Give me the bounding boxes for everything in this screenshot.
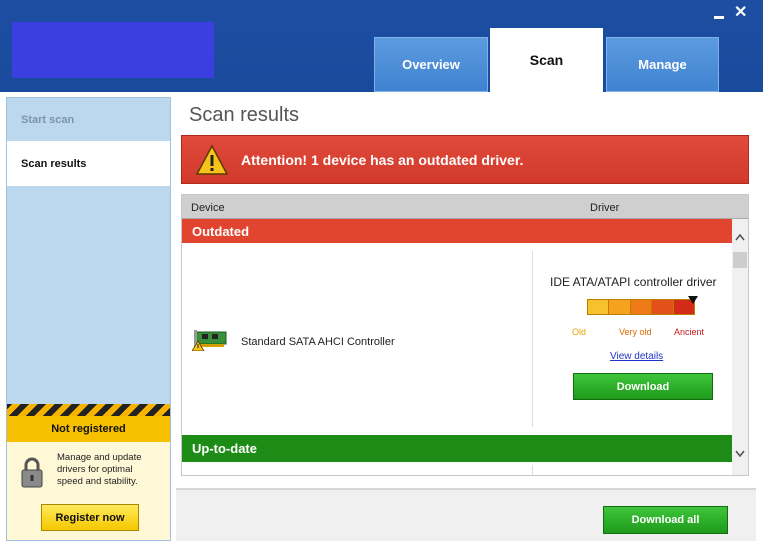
tab-overview[interactable]: Overview xyxy=(374,37,488,92)
chevron-up-icon[interactable] xyxy=(732,229,748,245)
age-label-very-old: Very old xyxy=(619,327,652,337)
scrollbar-thumb[interactable] xyxy=(733,252,747,268)
device-name: Standard SATA AHCI Controller xyxy=(241,336,395,348)
results-table: Device Driver Outdated Standard SATA AHC… xyxy=(181,194,749,476)
sidebar-item-start-scan[interactable]: Start scan xyxy=(7,98,170,142)
page-title: Scan results xyxy=(189,104,300,126)
table-row: Standard SATA AHCI Controller IDE ATA/AT… xyxy=(182,243,732,435)
warning-icon xyxy=(196,145,228,175)
chevron-down-icon[interactable] xyxy=(732,445,748,461)
alert-message: Attention! 1 device has an outdated driv… xyxy=(241,152,524,168)
footer-bar: Download all xyxy=(176,488,756,541)
tab-scan[interactable]: Scan xyxy=(490,28,603,92)
column-header-device[interactable]: Device xyxy=(191,202,225,214)
sidebar-spacer xyxy=(7,186,170,404)
sidebar: Start scan Scan results Not registered M… xyxy=(6,97,171,541)
group-header-outdated: Outdated xyxy=(182,219,732,243)
register-now-button[interactable]: Register now xyxy=(41,504,139,531)
age-segment xyxy=(588,300,610,314)
age-segment xyxy=(630,300,653,314)
registration-status: Not registered xyxy=(7,416,170,442)
column-divider xyxy=(532,251,533,427)
lock-icon xyxy=(21,457,43,488)
results-scrollbar[interactable] xyxy=(732,219,748,475)
age-marker-icon xyxy=(688,296,698,304)
tab-manage[interactable]: Manage xyxy=(606,37,719,92)
close-button[interactable]: ✕ xyxy=(734,5,747,21)
age-segment xyxy=(609,300,631,314)
registration-panel: Manage and update drivers for optimal sp… xyxy=(7,442,170,540)
age-label-old: Old xyxy=(572,327,587,337)
sidebar-item-scan-results[interactable]: Scan results xyxy=(7,142,170,186)
driver-name: IDE ATA/ATAPI controller driver xyxy=(550,275,717,289)
alert-banner: Attention! 1 device has an outdated driv… xyxy=(181,135,749,184)
hazard-stripe xyxy=(7,404,170,416)
age-label-ancient: Ancient xyxy=(674,327,705,337)
table-header: Device Driver xyxy=(182,195,748,219)
column-header-driver[interactable]: Driver xyxy=(590,202,619,214)
group-header-up-to-date: Up-to-date xyxy=(182,435,732,462)
view-details-link[interactable]: View details xyxy=(610,351,663,362)
download-button[interactable]: Download xyxy=(573,373,713,400)
pci-card-warning-icon xyxy=(192,330,227,351)
driver-age-meter xyxy=(587,299,695,315)
minimize-button[interactable] xyxy=(712,6,726,20)
app-logo xyxy=(12,22,214,78)
registration-description: Manage and update drivers for optimal sp… xyxy=(57,452,142,487)
download-all-button[interactable]: Download all xyxy=(603,506,728,534)
age-segment xyxy=(652,300,674,314)
column-divider xyxy=(532,465,533,475)
